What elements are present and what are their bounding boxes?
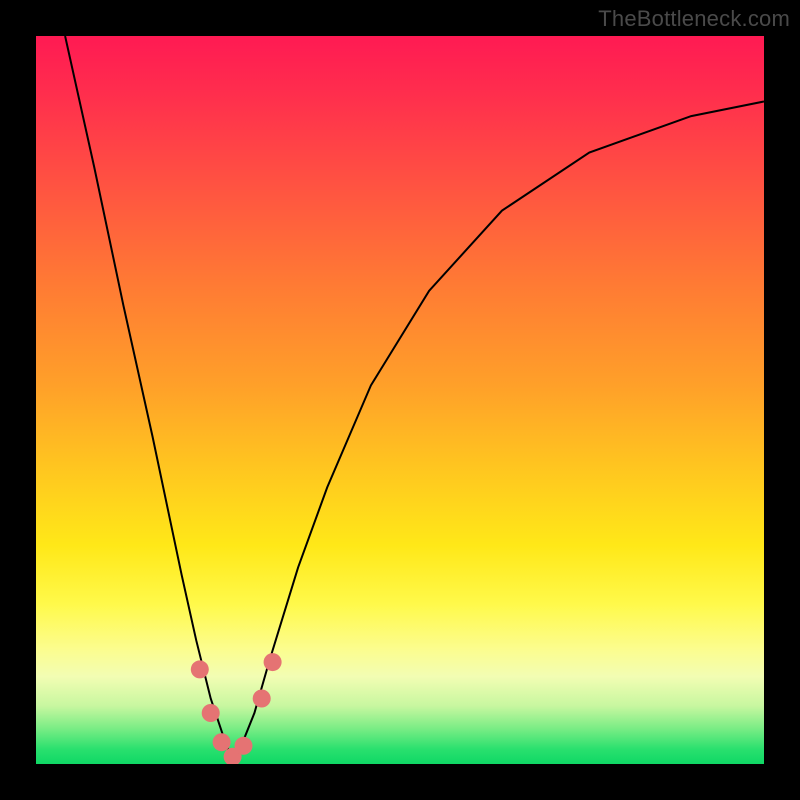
bottleneck-curve [65,36,764,760]
curve-marker [191,660,209,678]
curve-marker [235,737,253,755]
watermark-text: TheBottleneck.com [598,6,790,32]
chart-frame: TheBottleneck.com [0,0,800,800]
curve-marker [202,704,220,722]
curve-marker [213,733,231,751]
curve-marker [253,690,271,708]
curve-svg [36,36,764,764]
curve-markers [191,653,282,764]
curve-marker [264,653,282,671]
plot-area [36,36,764,764]
